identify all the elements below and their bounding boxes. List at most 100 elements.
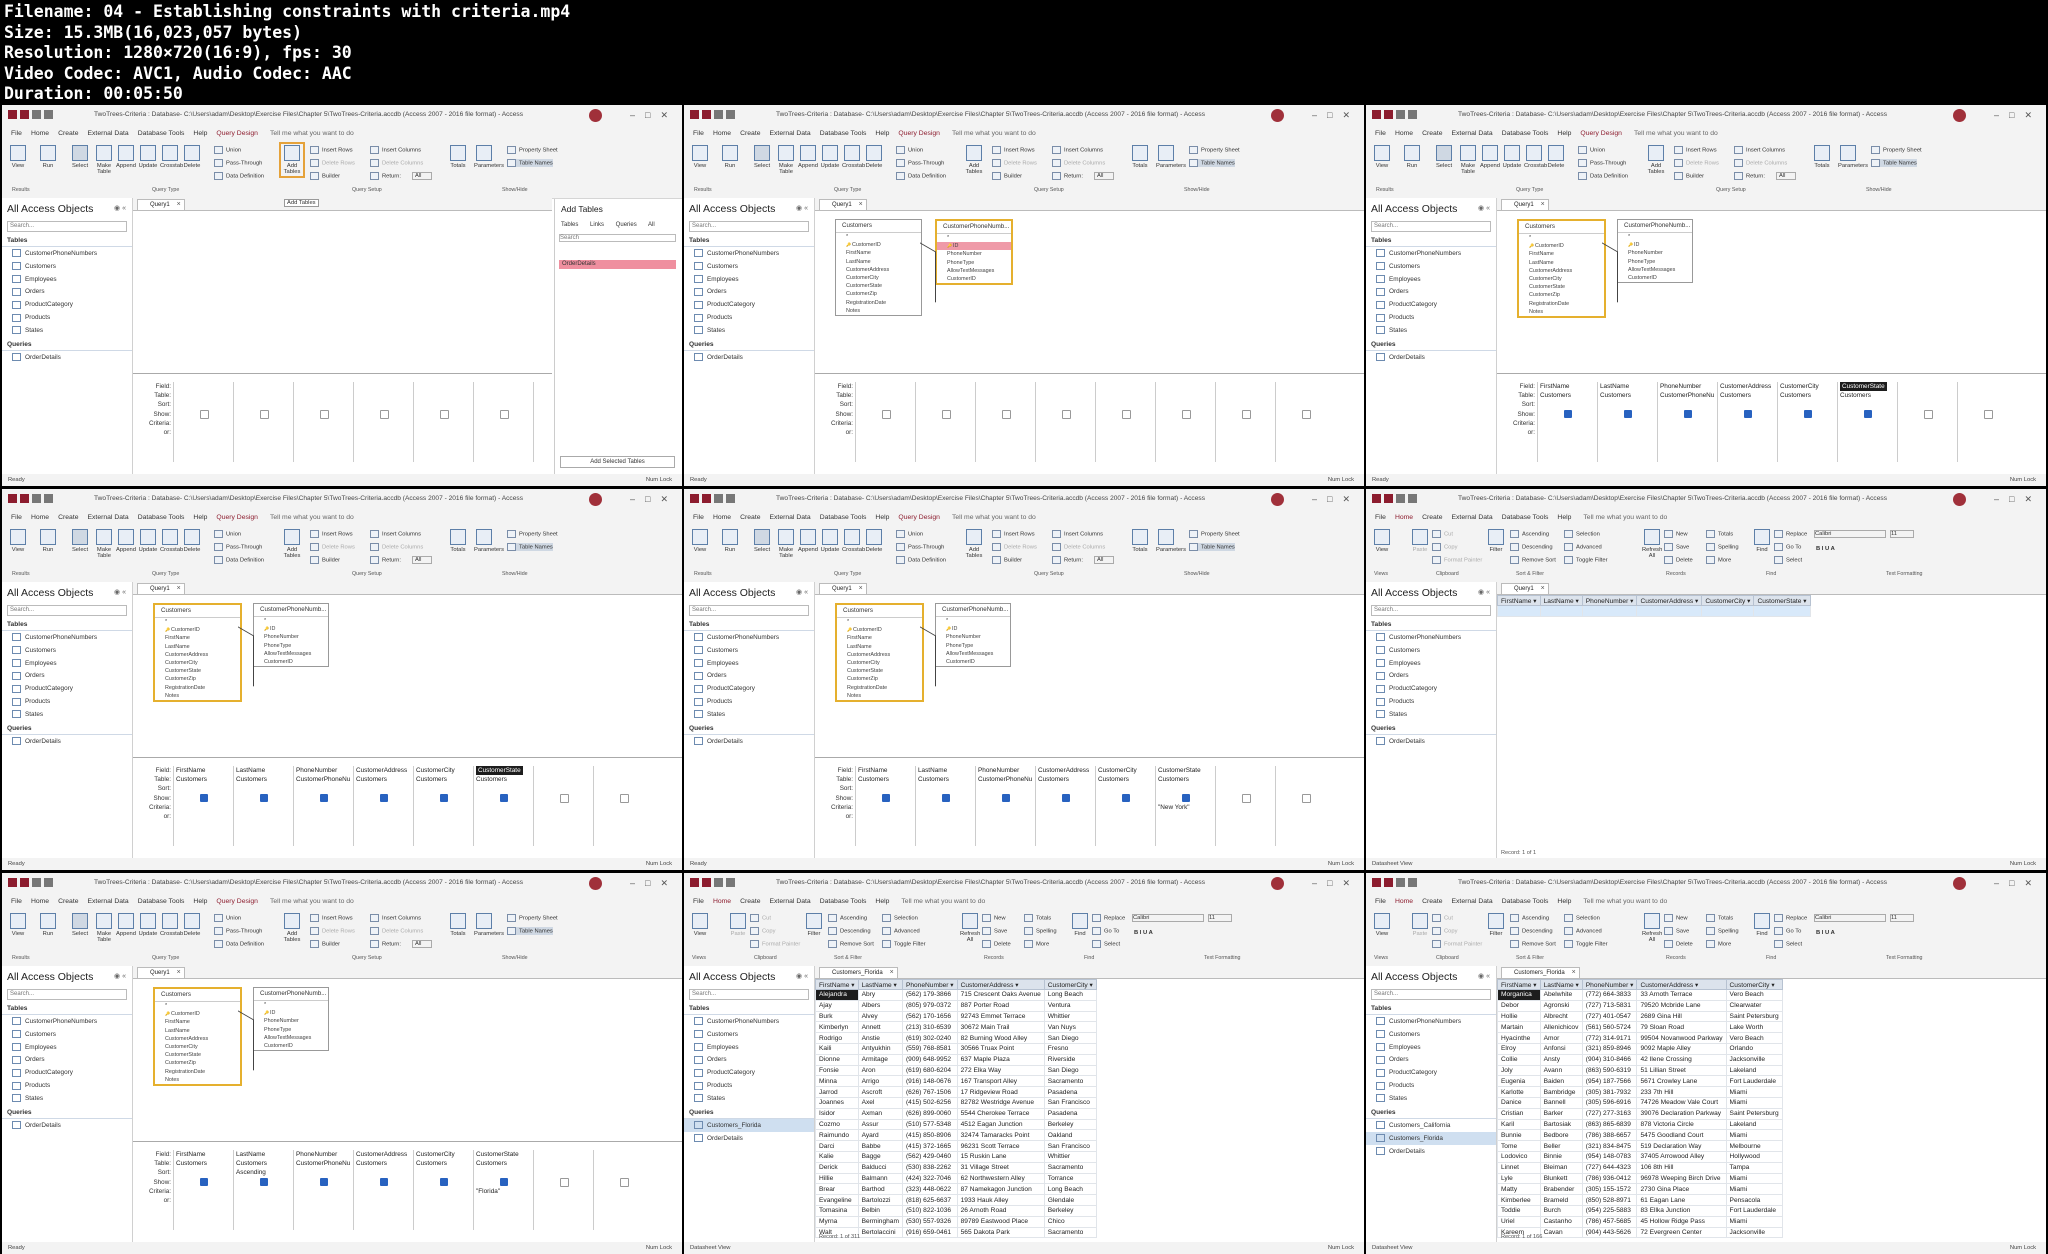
grid-or-cell[interactable]: [594, 1196, 652, 1205]
view-button[interactable]: View: [1372, 529, 1392, 553]
query-type-1[interactable]: Pass-Through: [896, 543, 944, 551]
cell[interactable]: Debor: [1497, 999, 1541, 1012]
cell[interactable]: Sacramento: [1043, 1226, 1097, 1239]
append-button[interactable]: Append: [116, 913, 136, 937]
table-row[interactable]: Hillie Balmann (424) 322-7046 62 Northweste…: [815, 1172, 1097, 1185]
grid-criteria-cell[interactable]: [856, 419, 914, 428]
grid-table-cell[interactable]: [594, 775, 652, 784]
grid-or-cell[interactable]: [1838, 428, 1896, 437]
show-checkbox[interactable]: [941, 410, 951, 419]
append-button[interactable]: Append: [798, 145, 818, 169]
table-field[interactable]: PhoneType: [937, 259, 1011, 267]
table-field[interactable]: LastName: [837, 643, 922, 651]
grid-sort-cell[interactable]: [1898, 400, 1956, 409]
table-row[interactable]: Tomasina Belbin (510) 822-1036 26 Arnoth Ro…: [815, 1204, 1097, 1217]
table-row[interactable]: Myrna Bermingham (530) 557-9326 89789 Eastw…: [815, 1215, 1097, 1228]
cell[interactable]: 39076 Declaration Parkway: [1636, 1107, 1727, 1120]
tab-file[interactable]: File: [1375, 511, 1386, 525]
column-header[interactable]: FirstName ▾: [1497, 979, 1541, 990]
cell[interactable]: (727) 644-4323: [1581, 1161, 1638, 1174]
show-checkbox[interactable]: [1804, 410, 1812, 419]
redo-icon[interactable]: [726, 494, 735, 503]
tab-query-design[interactable]: Query Design: [216, 511, 258, 526]
grid-field-cell[interactable]: CustomerAddress: [354, 766, 412, 775]
grid-show-cell[interactable]: [354, 794, 412, 803]
nav-queries-header[interactable]: Queries: [2, 1107, 132, 1120]
grid-field-cell[interactable]: [1156, 382, 1214, 391]
cell[interactable]: (530) 838-2262: [901, 1161, 958, 1174]
table-field[interactable]: PhoneNumber: [254, 1017, 328, 1025]
grid-field-cell[interactable]: PhoneNumber: [1658, 382, 1716, 391]
cell[interactable]: Brear: [815, 1183, 859, 1196]
redo-icon[interactable]: [44, 110, 53, 119]
cell[interactable]: (213) 310-6539: [901, 1021, 958, 1034]
avatar[interactable]: [1953, 877, 1966, 890]
tab-database-tools[interactable]: Database Tools: [1502, 511, 1549, 525]
parameters-button[interactable]: Parameters: [474, 913, 504, 937]
window-controls[interactable]: –□✕: [1312, 878, 1360, 889]
small_d-1[interactable]: Save: [982, 927, 1007, 935]
grid-column[interactable]: [473, 382, 532, 462]
grid-or-cell[interactable]: [1276, 428, 1334, 437]
small_f-0[interactable]: Replace: [1774, 530, 1807, 538]
cell[interactable]: 62 Northwestern Alley: [956, 1172, 1045, 1185]
grid-column[interactable]: [1155, 382, 1214, 462]
tab-home[interactable]: Home: [31, 895, 49, 909]
cell[interactable]: Oakland: [1043, 1129, 1097, 1142]
cell[interactable]: 74726 Meadow Vale Court: [1636, 1096, 1727, 1109]
cell[interactable]: (626) 899-0060: [901, 1107, 958, 1120]
table-field[interactable]: AllowTextMessages: [254, 1034, 328, 1042]
table-row[interactable]: Lodovico Binnie (954) 148-0783 37405 Arrowo…: [1497, 1150, 1783, 1163]
tab-external-data[interactable]: External Data: [88, 127, 129, 141]
grid-column[interactable]: FirstName Customers: [1537, 382, 1596, 462]
grid-field-cell[interactable]: CustomerAddress: [354, 1150, 412, 1159]
column-header[interactable]: CustomerState ▾: [1753, 595, 1811, 606]
close-icon[interactable]: ×: [177, 584, 181, 594]
grid-show-cell[interactable]: [234, 410, 292, 419]
grid-table-cell[interactable]: [1276, 775, 1334, 784]
small_a-0[interactable]: Cut: [1432, 530, 1453, 538]
grid-field-cell[interactable]: CustomerState: [1838, 382, 1896, 392]
cell[interactable]: (818) 625-6637: [901, 1194, 958, 1206]
small_e-0[interactable]: Totals: [1706, 914, 1733, 922]
table-field[interactable]: CustomerCity: [155, 1043, 240, 1051]
grid-sort-cell[interactable]: [1096, 400, 1154, 409]
grid-or-cell[interactable]: [1718, 428, 1776, 437]
cell[interactable]: Fort Lauderdale: [1725, 1204, 1783, 1217]
table-field[interactable]: AllowTextMessages: [936, 650, 1010, 658]
show-checkbox[interactable]: [1983, 410, 1993, 419]
save-icon-2[interactable]: [702, 110, 711, 119]
grid-show-cell[interactable]: [856, 794, 914, 803]
tab-external-data[interactable]: External Data: [88, 895, 129, 909]
save-icon-2[interactable]: [702, 494, 711, 503]
refresh-all-button[interactable]: Refresh All: [960, 913, 980, 943]
nav-queries-header[interactable]: Queries: [1366, 1107, 1496, 1120]
small_b-0[interactable]: Ascending: [1510, 530, 1549, 538]
query-type-0[interactable]: Union: [214, 914, 241, 922]
grid-table-cell[interactable]: [856, 391, 914, 400]
table-field[interactable]: RegistrationDate: [837, 684, 922, 692]
table-row[interactable]: Rodrigo Anstie (619) 302-0240 82 Burning Wo…: [815, 1032, 1097, 1044]
tab-external-data[interactable]: External Data: [1452, 895, 1493, 909]
nav-table-item[interactable]: Orders: [1366, 1054, 1496, 1067]
cell[interactable]: 96231 Scott Terrace: [956, 1140, 1045, 1152]
cell[interactable]: Lakeland: [1725, 1064, 1783, 1077]
cell[interactable]: 2689 Gina Hill: [1636, 1010, 1727, 1023]
table-field[interactable]: ID: [937, 242, 1011, 251]
cell[interactable]: Saint Petersburg: [1725, 1010, 1783, 1023]
cell[interactable]: Morganica: [1497, 989, 1541, 1001]
tab-file[interactable]: File: [1375, 895, 1386, 909]
grid-show-cell[interactable]: [1276, 410, 1334, 419]
table-field[interactable]: CustomerState: [1519, 283, 1604, 291]
table-field[interactable]: CustomerCity: [1519, 275, 1604, 283]
cell[interactable]: Pensacola: [1725, 1194, 1783, 1206]
setup-b-1[interactable]: Delete Columns: [1052, 543, 1105, 551]
nav-table-item[interactable]: States: [1366, 708, 1496, 721]
grid-column[interactable]: CustomerCity Customers: [413, 766, 472, 846]
small_e-2[interactable]: More: [1706, 556, 1731, 564]
show-checkbox[interactable]: [881, 410, 891, 419]
grid-sort-cell[interactable]: [1036, 400, 1094, 409]
undo-icon[interactable]: [32, 494, 41, 503]
cell[interactable]: (321) 834-8475: [1581, 1140, 1638, 1152]
small_b-1[interactable]: Descending: [828, 927, 871, 935]
